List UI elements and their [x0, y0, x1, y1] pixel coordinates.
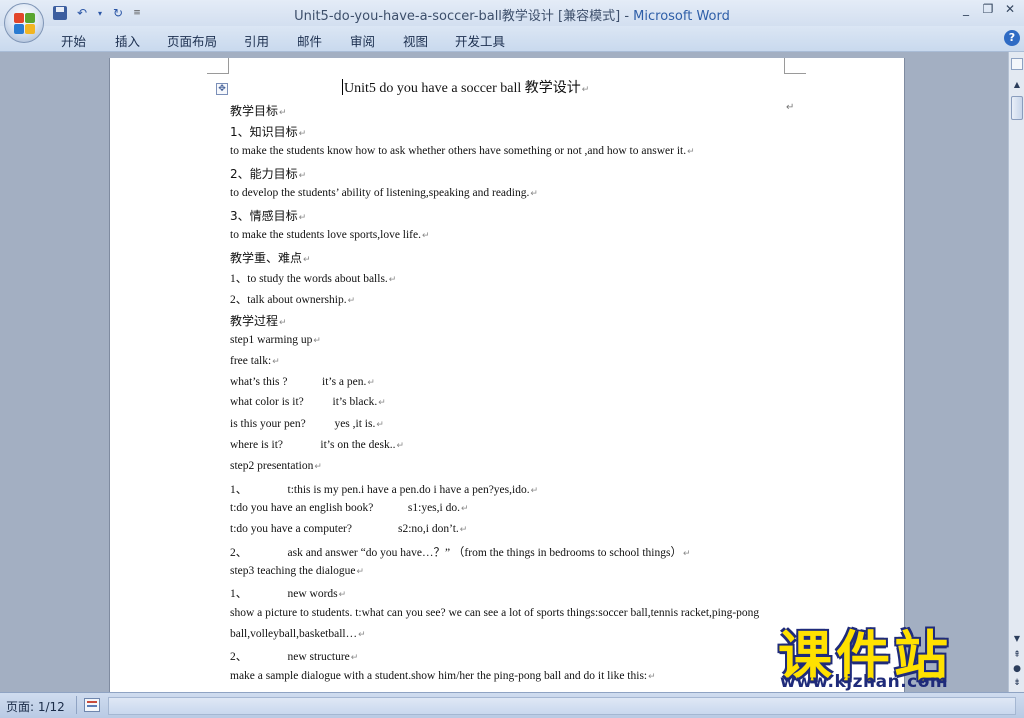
paragraph[interactable]: show a picture to students. t:what can y… — [230, 607, 759, 619]
document-title-text: Unit5 do you have a soccer ball 教学设计 — [344, 81, 581, 96]
ribbon-tabs: 开始 插入 页面布局 引用 邮件 审阅 视图 开发工具 ? — [0, 26, 1024, 52]
paragraph[interactable]: 教学重、难点↵ — [230, 249, 311, 266]
paragraph[interactable]: what color is it? it’s black.↵ — [230, 396, 386, 408]
restore-icon[interactable]: ❐ — [980, 2, 996, 16]
paragraph[interactable]: 3、情感目标↵ — [230, 207, 306, 224]
window-title: Unit5-do-you-have-a-soccer-ball教学设计 [兼容模… — [0, 5, 1024, 24]
tab-references[interactable]: 引用 — [244, 31, 269, 50]
tab-developer[interactable]: 开发工具 — [455, 31, 505, 50]
paragraph[interactable]: 2、talk about ownership.↵ — [230, 291, 355, 307]
proofing-status-icon[interactable] — [84, 698, 100, 712]
tab-insert[interactable]: 插入 — [115, 31, 140, 50]
paragraph[interactable]: 1、知识目标↵ — [230, 123, 306, 140]
watermark-logo: 课件站 www.kjzhan.com — [770, 612, 1018, 692]
scrollbar-thumb[interactable] — [1011, 96, 1023, 120]
paragraph[interactable]: what’s this ? it’s a pen.↵ — [230, 376, 375, 388]
status-bar: 页面: 1/12 — [0, 692, 1024, 718]
paragraph[interactable]: 1、to study the words about balls.↵ — [230, 270, 396, 286]
tab-mailings[interactable]: 邮件 — [297, 31, 322, 50]
paragraph[interactable]: 1、 new words↵ — [230, 585, 346, 601]
end-of-row-mark-icon: ↵ — [786, 102, 795, 113]
paragraph[interactable]: t:do you have an english book? s1:yes,i … — [230, 502, 469, 514]
title-separator: - — [620, 9, 634, 24]
paragraph[interactable]: where is it? it’s on the desk..↵ — [230, 439, 404, 451]
paragraph[interactable]: 2、 new structure↵ — [230, 648, 358, 664]
paragraph-mark-icon: ↵ — [581, 84, 590, 94]
paragraph[interactable]: make a sample dialogue with a student.sh… — [230, 670, 656, 682]
paragraph[interactable]: step2 presentation↵ — [230, 460, 322, 472]
status-separator — [76, 696, 77, 714]
office-button[interactable] — [4, 3, 44, 43]
document-title[interactable]: Unit5 do you have a soccer ball 教学设计↵ — [342, 77, 589, 97]
paragraph[interactable]: is this your pen? yes ,it is.↵ — [230, 418, 384, 430]
tab-view[interactable]: 视图 — [403, 31, 428, 50]
paragraph[interactable]: step3 teaching the dialogue↵ — [230, 565, 364, 577]
paragraph[interactable]: free talk:↵ — [230, 355, 280, 367]
margin-corner-top-left — [207, 58, 229, 74]
paragraph[interactable]: ball,volleyball,basketball…↵ — [230, 628, 366, 640]
help-icon[interactable]: ? — [1004, 30, 1020, 46]
paragraph[interactable]: 1、 t:this is my pen.i have a pen.do i ha… — [230, 481, 538, 497]
scroll-up-icon[interactable]: ▲ — [1009, 78, 1024, 92]
status-bar-area — [108, 697, 1016, 715]
tab-home[interactable]: 开始 — [61, 31, 86, 50]
paragraph[interactable]: 教学过程↵ — [230, 312, 287, 329]
paragraph[interactable]: 2、能力目标↵ — [230, 165, 306, 182]
paragraph[interactable]: 教学目标↵ — [230, 102, 287, 119]
paragraph[interactable]: to make the students know how to ask whe… — [230, 145, 695, 157]
tab-page-layout[interactable]: 页面布局 — [167, 31, 217, 50]
office-logo-icon — [14, 13, 35, 34]
vertical-scrollbar[interactable]: ▲ ▼ ⇞ ● ⇟ — [1008, 52, 1024, 692]
tab-review[interactable]: 审阅 — [350, 31, 375, 50]
document-page[interactable]: ✥ Unit5 do you have a soccer ball 教学设计↵ … — [110, 58, 904, 698]
page-indicator[interactable]: 页面: 1/12 — [6, 698, 65, 715]
minimize-icon[interactable]: _ — [958, 2, 974, 16]
document-workspace: ✥ Unit5 do you have a soccer ball 教学设计↵ … — [0, 52, 1008, 698]
close-icon[interactable]: ✕ — [1002, 2, 1018, 16]
watermark-url: www.kjzhan.com — [780, 672, 949, 692]
margin-corner-top-right — [784, 58, 806, 74]
paragraph[interactable]: step1 warming up↵ — [230, 334, 321, 346]
text-cursor — [342, 79, 343, 95]
paragraph[interactable]: to make the students love sports,love li… — [230, 229, 430, 241]
title-bar: ↶ ▾ ↻ ≡ Unit5-do-you-have-a-soccer-ball教… — [0, 0, 1024, 43]
app-name: Microsoft Word — [633, 9, 730, 24]
paragraph[interactable]: to develop the students’ ability of list… — [230, 187, 538, 199]
table-move-handle-icon[interactable]: ✥ — [216, 83, 228, 95]
view-ruler-icon[interactable] — [1011, 58, 1023, 70]
paragraph[interactable]: 2、 ask and answer “do you have…？” （from … — [230, 544, 691, 560]
document-name: Unit5-do-you-have-a-soccer-ball教学设计 [兼容模… — [294, 9, 621, 24]
window-controls: _ ❐ ✕ — [958, 2, 1018, 16]
paragraph[interactable]: t:do you have a computer? s2:no,i don’t.… — [230, 523, 467, 535]
